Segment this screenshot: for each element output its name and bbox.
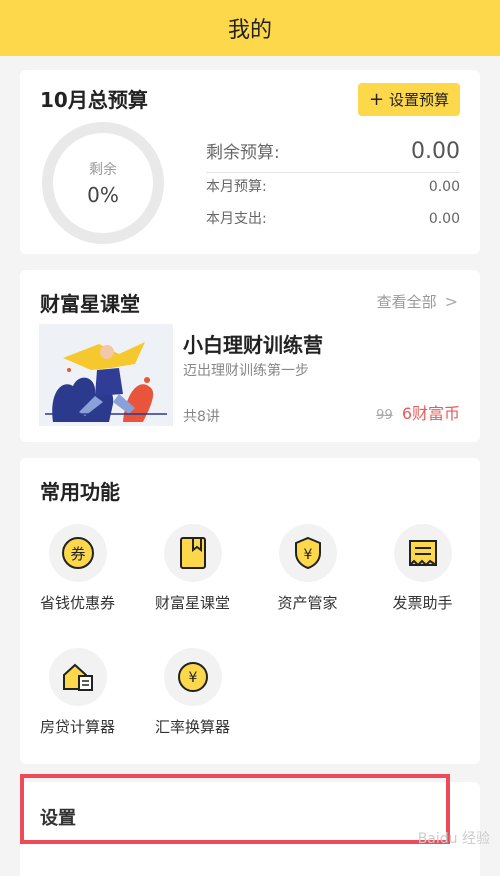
func-label: 房贷计算器 (39, 718, 115, 736)
budget-card: 10月总预算 + 设置预算 剩余 0% 剩余预算: 0.00 本月预算: 0.0… (20, 70, 480, 254)
set-budget-label: 设置预算 (389, 91, 450, 109)
func-exchange[interactable]: ¥ 汇率换算器 (135, 648, 250, 737)
shield-yen-icon: ¥ (278, 524, 337, 582)
month-budget-value: 0.00 (428, 179, 460, 195)
func-mortgage[interactable]: 房贷计算器 (20, 648, 135, 737)
receipt-icon (393, 524, 452, 582)
func-label: 财富星课堂 (154, 594, 230, 612)
house-calculator-icon (48, 648, 107, 706)
course-card: 财富星课堂 查看全部 > 小白理财训练营 迈出理财训练第一步 共8讲 99 6财… (20, 270, 480, 442)
course-current-price: 6财富币 (401, 404, 460, 423)
chevron-right-icon: > (444, 292, 458, 311)
page-title: 我的 (227, 18, 272, 43)
top-bar: 我的 (0, 0, 500, 56)
coupon-icon: 券 (48, 524, 107, 582)
month-budget-label: 本月预算: (206, 179, 267, 195)
remaining-budget-value: 0.00 (411, 139, 460, 164)
budget-title: 10月总预算 (40, 88, 148, 112)
course-illustration (39, 324, 173, 426)
svg-text:¥: ¥ (188, 670, 197, 686)
svg-text:¥: ¥ (303, 547, 312, 563)
view-all-link[interactable]: 查看全部 > (377, 291, 458, 312)
course-section-title: 财富星课堂 (40, 292, 140, 316)
common-functions-card: 常用功能 券 省钱优惠券 财富星课堂 ¥ 资产管家 发票助手 房贷计算器 ¥ 汇… (20, 458, 480, 764)
func-invoice[interactable]: 发票助手 (365, 524, 480, 613)
course-lessons-count: 共8讲 (183, 409, 220, 425)
yen-exchange-icon: ¥ (163, 648, 222, 706)
course-old-price: 99 (376, 408, 393, 423)
course-item-title[interactable]: 小白理财训练营 (183, 329, 323, 358)
highlight-box (20, 774, 450, 844)
functions-title: 常用功能 (40, 480, 120, 504)
func-course[interactable]: 财富星课堂 (135, 524, 250, 613)
watermark: Baidu 经验 (417, 831, 490, 847)
budget-ring: 剩余 0% (42, 122, 164, 244)
course-item-subtitle: 迈出理财训练第一步 (183, 363, 309, 379)
ring-label: 剩余 (89, 162, 117, 178)
remaining-budget-label: 剩余预算: (206, 143, 280, 163)
course-price: 99 6财富币 (376, 400, 460, 424)
func-coupon[interactable]: 券 省钱优惠券 (20, 524, 135, 613)
func-label: 发票助手 (392, 594, 453, 612)
ring-value: 0% (87, 183, 119, 207)
svg-text:券: 券 (70, 545, 85, 563)
remaining-budget-row: 剩余预算: 0.00 (206, 138, 460, 173)
month-spend-value: 0.00 (428, 211, 460, 227)
view-all-label: 查看全部 (376, 293, 437, 311)
book-icon (163, 524, 222, 582)
func-label: 汇率换算器 (154, 718, 230, 736)
month-budget-row: 本月预算: 0.00 (206, 176, 460, 196)
plus-icon: + (368, 88, 385, 110)
func-label: 省钱优惠券 (39, 594, 115, 612)
set-budget-button[interactable]: + 设置预算 (358, 83, 460, 116)
func-label: 资产管家 (277, 594, 338, 612)
month-spend-label: 本月支出: (206, 211, 267, 227)
month-spend-row: 本月支出: 0.00 (206, 208, 460, 228)
course-thumbnail[interactable] (39, 324, 173, 426)
func-assets[interactable]: ¥ 资产管家 (250, 524, 365, 613)
